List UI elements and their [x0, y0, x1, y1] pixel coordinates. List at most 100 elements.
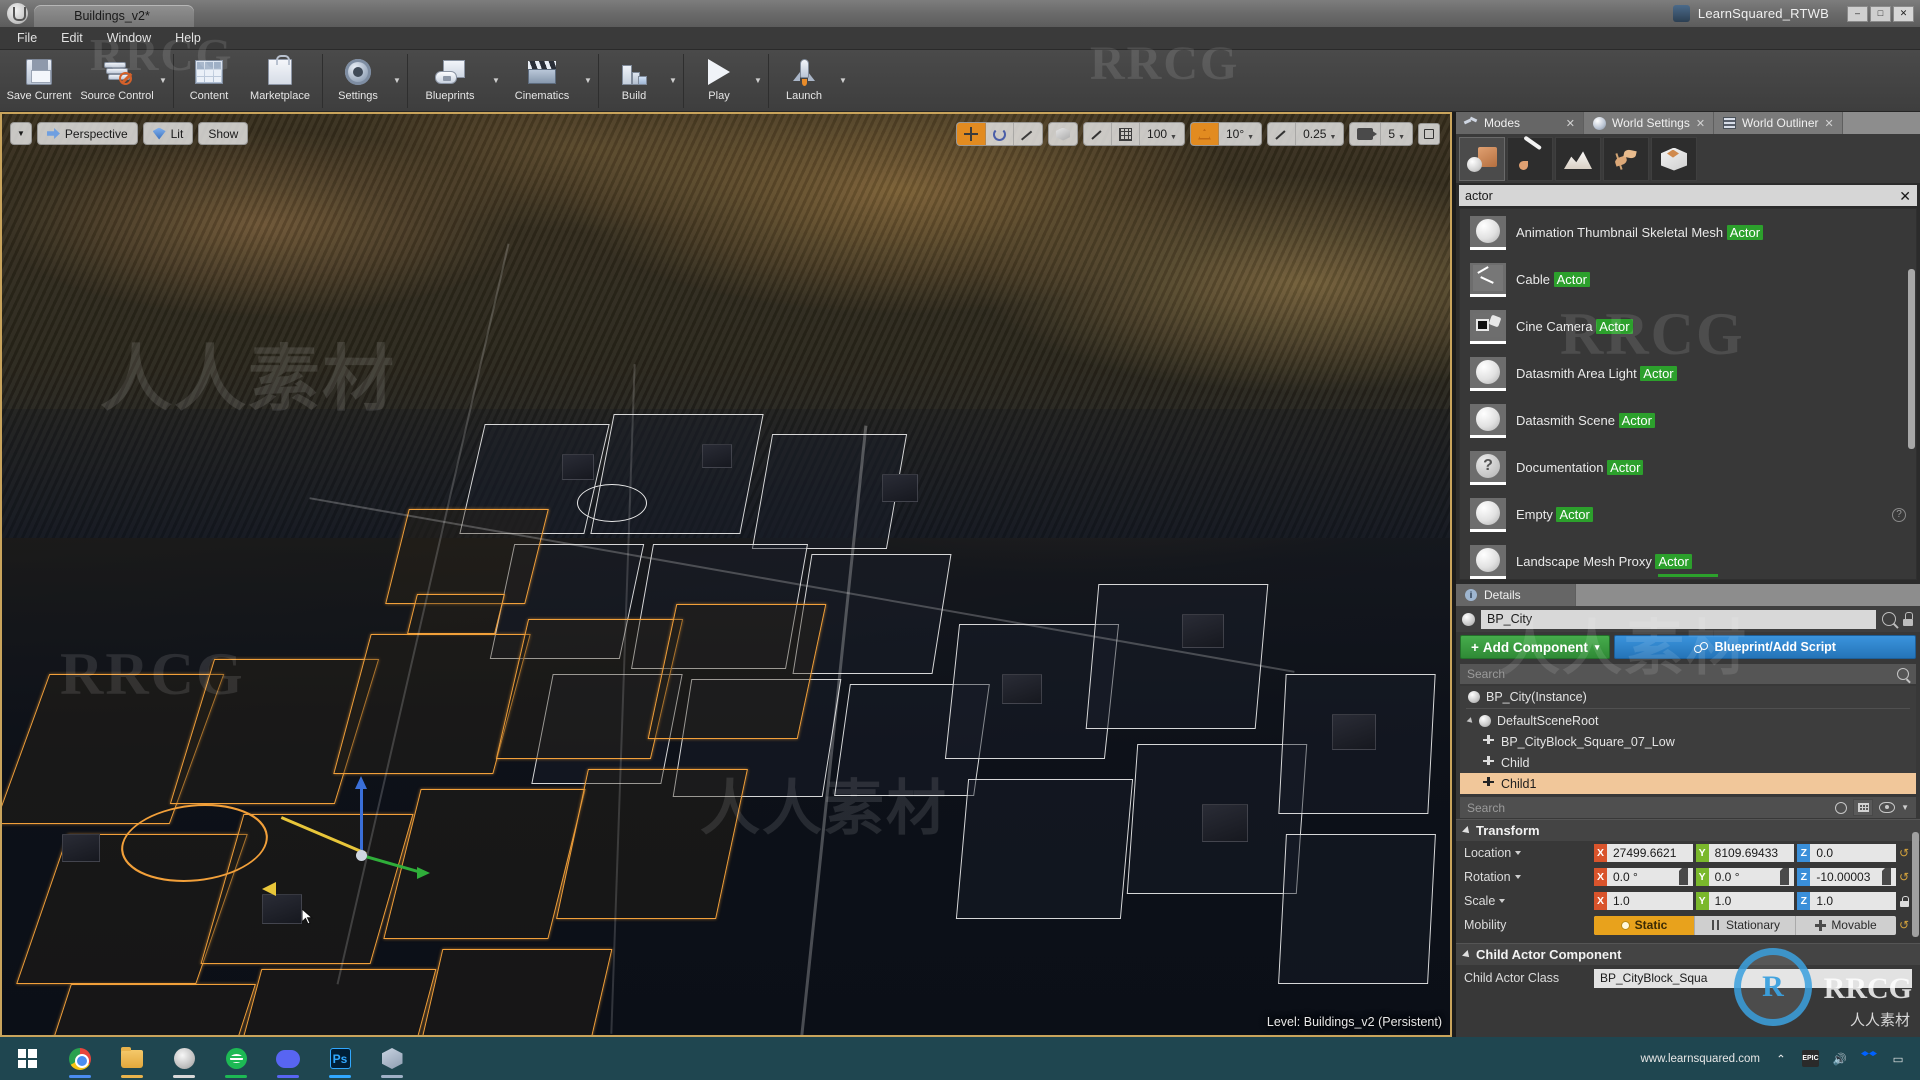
scale-snap-toggle[interactable] — [1268, 123, 1297, 145]
reset-location-icon[interactable]: ↺ — [1896, 846, 1912, 860]
chevron-down-icon[interactable] — [1499, 899, 1506, 903]
camera-speed-toggle[interactable] — [1350, 123, 1382, 145]
property-display-options-button[interactable] — [1853, 799, 1874, 816]
tab-details[interactable]: i Details — [1456, 584, 1576, 606]
menu-help[interactable]: Help — [164, 28, 212, 48]
chevron-down-icon[interactable] — [1514, 875, 1521, 879]
blueprints-chevron-down-icon[interactable]: ▼ — [489, 50, 503, 112]
file-explorer-taskbar-item[interactable] — [106, 1037, 158, 1080]
grid-snap-value[interactable]: 100 ▼ — [1140, 123, 1184, 145]
rotation-z-field[interactable]: Z -10.00003 — [1797, 868, 1897, 886]
photoshop-taskbar-item[interactable]: Ps — [314, 1037, 366, 1080]
scale-y-field[interactable]: Y 1.0 — [1695, 892, 1795, 910]
list-item[interactable]: ? Documentation Actor — [1460, 444, 1916, 491]
angle-snap-value[interactable]: 10° ▼ — [1219, 123, 1261, 145]
place-actors-list[interactable]: Animation Thumbnail Skeletal Mesh Actor … — [1459, 208, 1917, 580]
toolbar-blueprints[interactable]: Blueprints — [411, 50, 489, 112]
maximize-button[interactable]: □ — [1870, 5, 1891, 22]
section-transform-header[interactable]: Transform — [1456, 819, 1920, 841]
chevron-down-icon[interactable]: ▼ — [1901, 803, 1909, 812]
spotify-taskbar-item[interactable] — [210, 1037, 262, 1080]
blueprint-add-script-button[interactable]: Blueprint/Add Script — [1614, 635, 1916, 659]
toolbar-cinematics[interactable]: Cinematics — [503, 50, 581, 112]
slider-handle-icon[interactable] — [1882, 868, 1894, 885]
toolbar-launch[interactable]: Launch — [772, 50, 836, 112]
toolbar-marketplace[interactable]: Marketplace — [241, 50, 319, 112]
mode-button-landscape[interactable] — [1555, 137, 1601, 181]
slider-handle-icon[interactable] — [1678, 868, 1691, 885]
component-tree-row[interactable]: BP_City(Instance) — [1460, 686, 1916, 707]
start-button[interactable] — [0, 1037, 54, 1080]
menu-file[interactable]: File — [6, 28, 48, 48]
viewport-options-button[interactable]: ▼ — [10, 122, 32, 145]
component-tree-row-selected[interactable]: Child1 — [1460, 773, 1916, 794]
slider-handle-icon[interactable] — [1780, 868, 1792, 885]
volume-icon[interactable]: 🔊 — [1832, 1051, 1848, 1067]
help-icon[interactable]: ? — [1892, 507, 1906, 522]
mode-button-foliage[interactable] — [1603, 137, 1649, 181]
component-search-input[interactable]: Search — [1460, 664, 1916, 684]
cinematics-chevron-down-icon[interactable]: ▼ — [581, 50, 595, 112]
menu-window[interactable]: Window — [96, 28, 162, 48]
tab-world-settings-close-icon[interactable]: ✕ — [1696, 117, 1705, 130]
property-search-input[interactable]: Search ▼ — [1460, 797, 1916, 818]
mobility-movable-button[interactable]: Movable — [1796, 916, 1896, 935]
lock-scale-ratio-icon[interactable] — [1896, 895, 1912, 907]
lock-details-icon[interactable] — [1902, 612, 1914, 626]
document-tab[interactable]: Buildings_v2* — [34, 5, 194, 27]
maximize-viewport-icon[interactable] — [1418, 123, 1440, 145]
list-item[interactable]: Datasmith Scene Actor — [1460, 397, 1916, 444]
list-item[interactable]: Empty Actor ? — [1460, 491, 1916, 538]
menu-edit[interactable]: Edit — [50, 28, 94, 48]
toolbar-play[interactable]: Play — [687, 50, 751, 112]
details-scrollbar[interactable] — [1912, 832, 1919, 937]
component-tree-row[interactable]: BP_CityBlock_Square_07_Low — [1460, 731, 1916, 752]
surface-snap-button[interactable] — [1084, 123, 1113, 145]
grid-snap-toggle[interactable] — [1112, 123, 1141, 145]
list-item[interactable]: Cable Actor — [1460, 256, 1916, 303]
gizmo-center[interactable] — [356, 850, 367, 861]
dropbox-icon[interactable] — [1861, 1051, 1877, 1067]
source-control-chevron-down-icon[interactable]: ▼ — [156, 50, 170, 112]
transform-gizmo[interactable] — [262, 774, 442, 914]
list-item[interactable]: Animation Thumbnail Skeletal Mesh Actor — [1460, 209, 1916, 256]
expander-triangle-icon[interactable] — [1466, 716, 1475, 725]
tab-modes-close-icon[interactable]: ✕ — [1566, 117, 1575, 130]
close-button[interactable]: ✕ — [1893, 5, 1914, 22]
place-actors-search-input[interactable]: actor ✕ — [1459, 185, 1917, 206]
action-center-icon[interactable]: ▭ — [1890, 1051, 1906, 1067]
rotation-y-field[interactable]: Y 0.0 ° — [1695, 868, 1795, 886]
camera-speed-value[interactable]: 5 ▼ — [1381, 123, 1412, 145]
scale-x-field[interactable]: X 1.0 — [1594, 892, 1693, 910]
actor-name-field[interactable]: BP_City — [1481, 609, 1876, 629]
gizmo-y-axis[interactable] — [361, 854, 419, 873]
minimize-button[interactable]: – — [1847, 5, 1868, 22]
chrome-taskbar-item[interactable] — [54, 1037, 106, 1080]
location-y-field[interactable]: Y 8109.69433 — [1695, 844, 1795, 862]
angle-snap-toggle[interactable] — [1190, 123, 1219, 145]
section-child-actor-component-header[interactable]: Child Actor Component — [1456, 943, 1920, 965]
viewport-view-mode-button[interactable]: Lit — [142, 122, 194, 145]
toolbar-content[interactable]: Content — [177, 50, 241, 112]
list-item[interactable]: Cine Camera Actor — [1460, 303, 1916, 350]
build-chevron-down-icon[interactable]: ▼ — [666, 50, 680, 112]
rotate-tool-button[interactable] — [986, 123, 1015, 145]
search-icon[interactable] — [1882, 612, 1896, 626]
scale-z-field[interactable]: Z 1.0 — [1797, 892, 1897, 910]
toolbar-build[interactable]: Build — [602, 50, 666, 112]
reset-mobility-icon[interactable]: ↺ — [1896, 918, 1912, 932]
scale-tool-button[interactable] — [1014, 123, 1042, 145]
scale-snap-value[interactable]: 0.25 ▼ — [1296, 123, 1343, 145]
location-z-field[interactable]: Z 0.0 — [1797, 844, 1897, 862]
toolbar-settings[interactable]: Settings — [326, 50, 390, 112]
chevron-down-icon[interactable] — [1515, 851, 1522, 855]
show-hidden-properties-icon[interactable] — [1879, 802, 1896, 813]
mode-button-geometry-editing[interactable] — [1651, 137, 1697, 181]
mobility-stationary-button[interactable]: Stationary — [1695, 915, 1796, 935]
toolbar-source-control[interactable]: Source Control — [78, 50, 156, 112]
component-tree[interactable]: BP_City(Instance) DefaultSceneRoot BP_Ci… — [1460, 686, 1916, 794]
discord-taskbar-item[interactable] — [262, 1037, 314, 1080]
viewport-camera-mode-button[interactable]: Perspective — [36, 122, 138, 145]
tab-world-outliner-close-icon[interactable]: ✕ — [1825, 117, 1834, 130]
viewport-show-button[interactable]: Show — [198, 122, 249, 145]
